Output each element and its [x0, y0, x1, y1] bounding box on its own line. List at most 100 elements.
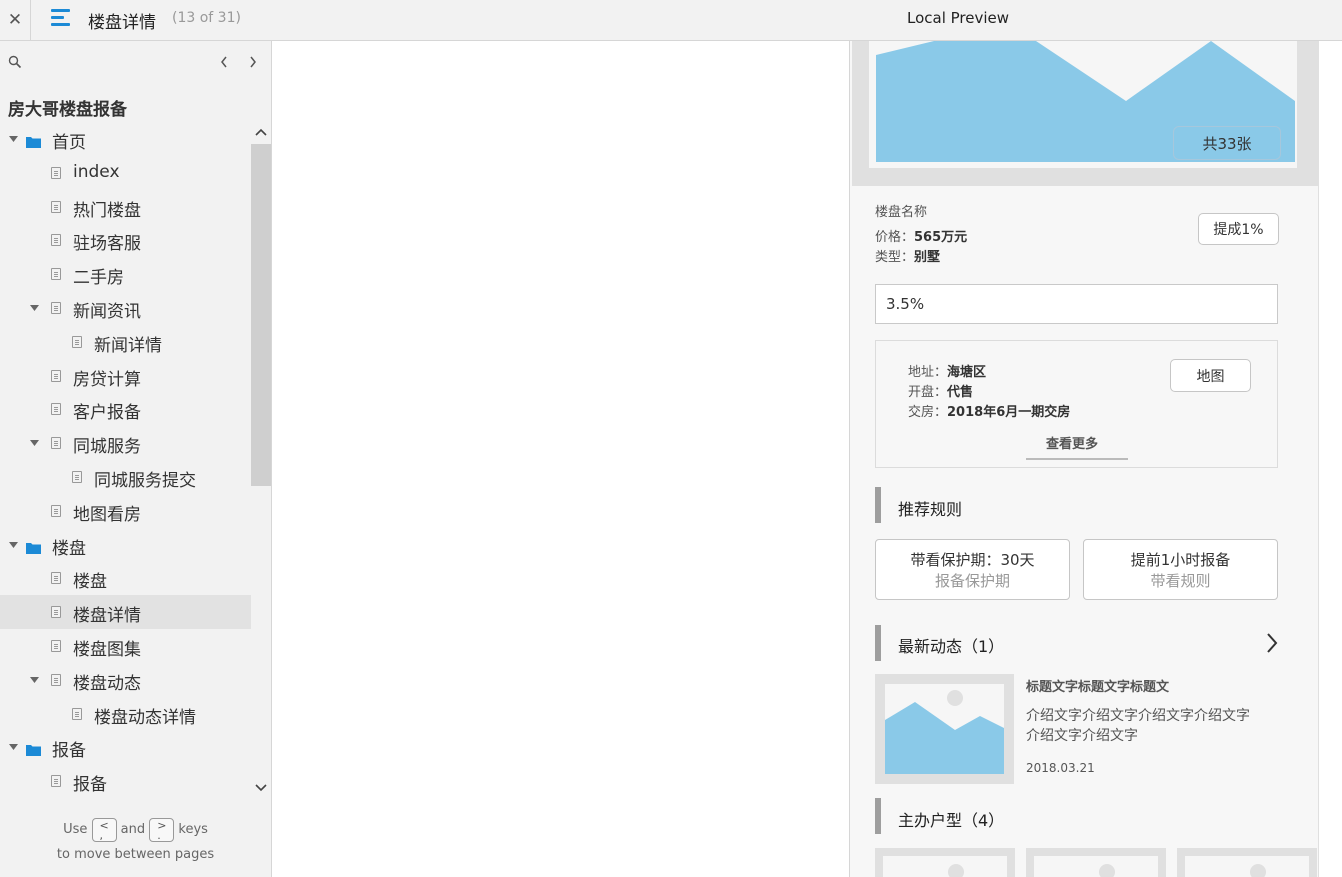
sale-value: 代售	[947, 385, 974, 400]
hint-line-2: to move between pages	[56, 847, 215, 862]
chevron-right-icon[interactable]	[1265, 631, 1279, 655]
delivery-value: 2018年6月一期交房	[947, 405, 1071, 420]
sidebar-item-label: 客户报备	[73, 403, 141, 424]
rule-main-text: 带看保护期：30天	[910, 551, 1035, 569]
news-intro-line-2: 介绍文字介绍文字	[1026, 728, 1138, 744]
close-button[interactable]: ✕	[0, 0, 31, 40]
caret-down-icon[interactable]	[8, 134, 18, 144]
search-icon[interactable]	[8, 55, 22, 69]
sidebar-item[interactable]: 驻场客服	[0, 223, 251, 257]
sidebar-scrollbar[interactable]	[251, 122, 271, 798]
price-row: 价格：565万元	[875, 226, 967, 245]
page-counter: (13 of 31)	[172, 10, 241, 26]
news-intro-line-1: 介绍文字介绍文字介绍文字介绍文字	[1026, 708, 1250, 724]
caret-down-icon[interactable]	[29, 675, 39, 685]
see-more-link[interactable]: 查看更多	[1046, 433, 1098, 452]
preview-title: Local Preview	[907, 9, 1010, 27]
hint-keys-text: keys	[178, 822, 208, 837]
sidebar-folder[interactable]: 楼盘	[0, 528, 251, 562]
page-tree: 首页 index 热门楼盘 驻场客服二手房 新闻资讯 新闻详情 房贷计算客户报备同城服务同城…	[0, 122, 251, 798]
type-value: 别墅	[914, 250, 941, 265]
scroll-down-arrow-icon[interactable]	[253, 780, 269, 796]
sidebar-item[interactable]: 报备	[0, 764, 251, 798]
hint-use-text: Use	[63, 822, 88, 837]
info-box: 地址：海塘区 开盘：代售 交房：2018年6月一期交房 地图 查看更多	[875, 340, 1278, 468]
project-title: 房大哥楼盘报备	[8, 100, 127, 120]
next-page-arrow-icon[interactable]	[246, 53, 260, 71]
sidebar-item-label: 二手房	[73, 268, 124, 289]
hamburger-menu-icon[interactable]	[51, 9, 71, 27]
top-bar: ✕ 楼盘详情 (13 of 31) Local Preview	[0, 0, 1342, 41]
sidebar-item[interactable]: 二手房	[0, 257, 251, 291]
sidebar-item-label: 楼盘	[52, 538, 86, 559]
sidebar-folder[interactable]: 报备	[0, 730, 251, 764]
rule-sub-text: 带看规则	[1150, 572, 1211, 590]
sidebar-item[interactable]: 房贷计算	[0, 359, 251, 393]
rule-card-advance[interactable]: 提前1小时报备 带看规则	[1083, 539, 1278, 600]
address-value: 海塘区	[947, 365, 987, 380]
news-title: 最新动态（1）	[898, 637, 1005, 656]
hint-and-text: and	[120, 822, 146, 837]
building-name: 楼盘名称	[875, 205, 928, 220]
page-icon	[51, 234, 61, 247]
rule-card-protection[interactable]: 带看保护期：30天 报备保护期	[875, 539, 1070, 600]
photo-count-button[interactable]: 共33张	[1173, 126, 1281, 160]
sidebar-item[interactable]: 同城服务	[0, 426, 251, 460]
rate-input[interactable]: 3.5%	[875, 284, 1278, 324]
news-headline[interactable]: 标题文字标题文字标题文	[1026, 676, 1169, 695]
folder-icon	[26, 741, 41, 757]
sidebar-item[interactable]: 同城服务提交	[0, 460, 251, 494]
sidebar-item[interactable]: 楼盘图集	[0, 629, 251, 663]
sidebar-item[interactable]: 楼盘动态详情	[0, 697, 251, 731]
unit-thumbnail[interactable]	[1177, 848, 1317, 877]
image-placeholder-icon	[1034, 856, 1158, 877]
scroll-up-arrow-icon[interactable]	[253, 124, 269, 140]
units-section-bar	[875, 798, 881, 834]
caret-down-icon[interactable]	[29, 303, 39, 313]
page-icon	[72, 707, 82, 720]
keyboard-hint: Use <, and >. keys to move between pages	[0, 817, 271, 867]
sale-row: 开盘：代售	[908, 381, 973, 400]
prev-key-icon: <,	[91, 817, 117, 842]
page-icon	[51, 606, 61, 619]
sidebar-item[interactable]: 楼盘详情	[0, 595, 251, 630]
sidebar-item[interactable]: 热门楼盘	[0, 190, 251, 224]
sidebar-item[interactable]: 楼盘	[0, 561, 251, 595]
map-button[interactable]: 地图	[1170, 359, 1251, 392]
sidebar-item-label: 同城服务提交	[94, 471, 196, 491]
delivery-row: 交房：2018年6月一期交房	[908, 401, 1070, 420]
previous-page-arrow-icon[interactable]	[217, 53, 231, 71]
sidebar-item[interactable]: 楼盘动态	[0, 663, 251, 697]
page-title: 楼盘详情	[88, 13, 156, 33]
commission-button[interactable]: 提成1%	[1198, 213, 1279, 245]
caret-down-icon[interactable]	[8, 742, 18, 752]
sale-label: 开盘：	[908, 385, 948, 400]
unit-thumbnail[interactable]	[1026, 848, 1166, 877]
news-thumbnail[interactable]	[875, 674, 1014, 784]
sidebar-item[interactable]: 客户报备	[0, 392, 251, 426]
sidebar-item-label: 楼盘图集	[73, 640, 141, 660]
unit-thumbnail[interactable]	[875, 848, 1015, 877]
image-placeholder-icon	[883, 856, 1007, 877]
sidebar-folder[interactable]: 首页	[0, 122, 251, 156]
sidebar-item-label: 同城服务	[73, 437, 141, 458]
sidebar-item[interactable]: index	[0, 156, 251, 190]
address-row: 地址：海塘区	[908, 361, 986, 380]
type-label: 类型：	[875, 250, 915, 265]
sidebar-item-label: 首页	[52, 133, 86, 153]
page-icon	[51, 403, 61, 416]
sidebar: 房大哥楼盘报备 首页 index 热门楼盘 驻场客服二手房 新闻资讯 新闻详情 房贷计算客户…	[0, 41, 272, 877]
sidebar-item-label: 楼盘详情	[73, 606, 141, 627]
address-label: 地址：	[908, 365, 948, 380]
sidebar-item[interactable]: 新闻资讯	[0, 291, 251, 325]
sidebar-item[interactable]: 新闻详情	[0, 325, 251, 359]
scrollbar-thumb[interactable]	[251, 144, 271, 486]
caret-down-icon[interactable]	[29, 438, 39, 448]
caret-down-icon[interactable]	[8, 540, 18, 550]
close-icon[interactable]: ✕	[8, 10, 22, 30]
page-icon	[51, 166, 61, 179]
page-icon	[51, 775, 61, 788]
sidebar-item[interactable]: 地图看房	[0, 494, 251, 528]
news-section-bar	[875, 625, 881, 661]
units-title: 主办户型（4）	[898, 811, 1005, 830]
